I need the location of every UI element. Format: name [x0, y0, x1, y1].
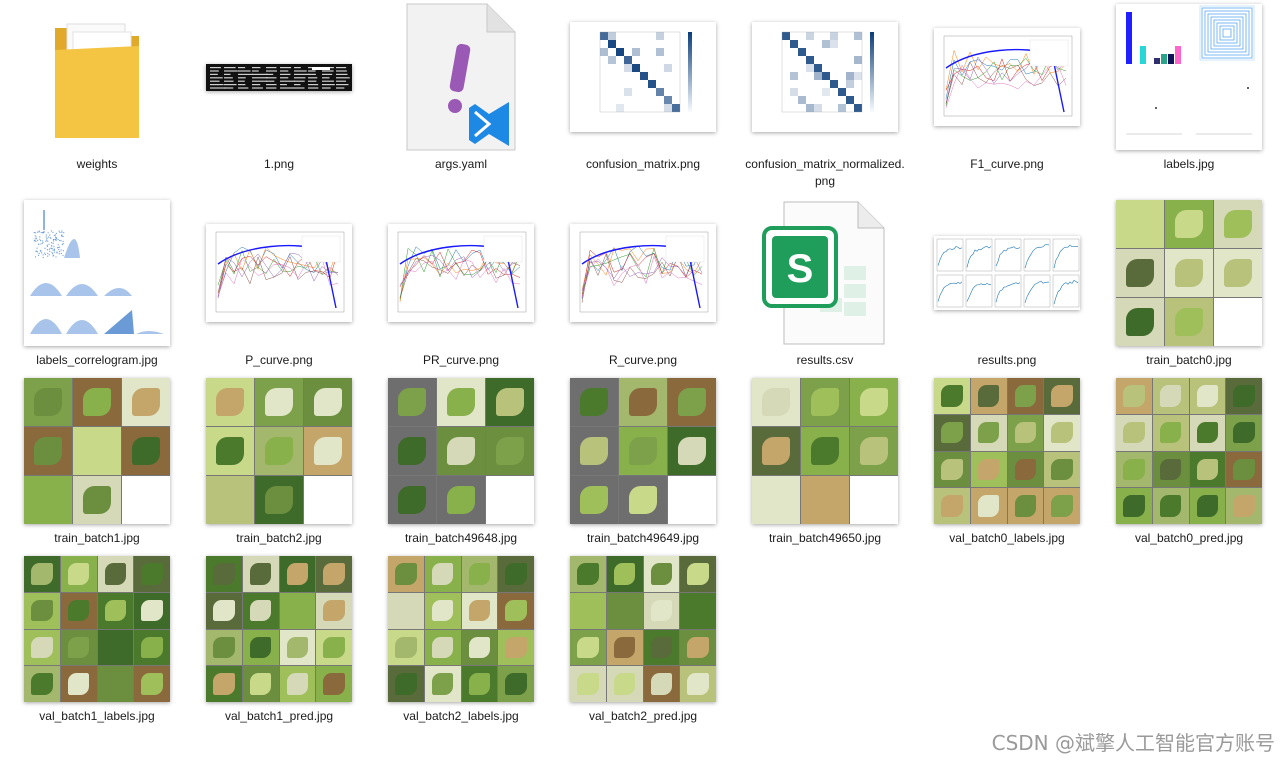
file-name-label[interactable]: R_curve.png	[563, 352, 723, 369]
results-thumbnail[interactable]	[932, 198, 1082, 348]
file-item-val-batch1-pred-jpg[interactable]: val_batch1_pred.jpg	[196, 554, 362, 730]
csv-file-icon[interactable]: S	[750, 198, 900, 348]
file-item-train-batch0-jpg[interactable]: train_batch0.jpg	[1106, 198, 1272, 376]
file-name-label[interactable]: PR_curve.png	[381, 352, 541, 369]
val-batch-thumbnail[interactable]	[204, 554, 354, 704]
file-item-labels-jpg[interactable]: labels.jpg	[1106, 2, 1272, 198]
train-batch-thumbnail[interactable]	[1114, 198, 1264, 348]
file-item-train-batch2-jpg[interactable]: train_batch2.jpg	[196, 376, 362, 554]
file-name-label[interactable]: confusion_matrix.png	[563, 156, 723, 173]
file-item-p-curve-png[interactable]: P_curve.png	[196, 198, 362, 376]
watermark-text: CSDN @斌擎人工智能官方账号	[991, 731, 1275, 755]
file-item-1-png[interactable]: 1.png	[196, 2, 362, 198]
file-item-confusion-matrix-normalized-png[interactable]: confusion_matrix_normalized.png	[742, 2, 908, 198]
file-name-label[interactable]: results.csv	[745, 352, 905, 369]
file-item-pr-curve-png[interactable]: PR_curve.png	[378, 198, 544, 376]
file-item-confusion-matrix-png[interactable]: confusion_matrix.png	[560, 2, 726, 198]
file-name-label[interactable]: val_batch2_labels.jpg	[381, 708, 541, 725]
file-name-label[interactable]: val_batch0_pred.jpg	[1109, 530, 1269, 547]
file-name-label[interactable]: train_batch0.jpg	[1109, 352, 1269, 369]
folder-icon[interactable]	[22, 2, 172, 152]
file-item-val-batch0-labels-jpg[interactable]: val_batch0_labels.jpg	[924, 376, 1090, 554]
file-name-label[interactable]: train_batch49648.jpg	[381, 530, 541, 547]
confusion-matrix-thumbnail[interactable]	[568, 2, 718, 152]
train-batch-thumbnail[interactable]	[386, 376, 536, 526]
file-item-results-png[interactable]: results.png	[924, 198, 1090, 376]
f1-curve-thumbnail[interactable]	[932, 2, 1082, 152]
train-batch-thumbnail[interactable]	[750, 376, 900, 526]
val-batch-thumbnail[interactable]	[568, 554, 718, 704]
labels-thumbnail[interactable]	[1114, 2, 1264, 152]
file-name-label[interactable]: train_batch49650.jpg	[745, 530, 905, 547]
correlogram-thumbnail[interactable]	[22, 198, 172, 348]
terminal-screenshot-icon[interactable]	[204, 2, 354, 152]
file-name-label[interactable]: train_batch1.jpg	[17, 530, 177, 547]
file-item-val-batch1-labels-jpg[interactable]: val_batch1_labels.jpg	[14, 554, 180, 730]
file-name-label[interactable]: args.yaml	[381, 156, 541, 173]
file-item-val-batch0-pred-jpg[interactable]: val_batch0_pred.jpg	[1106, 376, 1272, 554]
file-item-labels-correlogram-jpg[interactable]: labels_correlogram.jpg	[14, 198, 180, 376]
file-item-train-batch49648-jpg[interactable]: train_batch49648.jpg	[378, 376, 544, 554]
pr-curve-thumbnail[interactable]	[386, 198, 536, 348]
train-batch-thumbnail[interactable]	[568, 376, 718, 526]
val-batch-thumbnail[interactable]	[386, 554, 536, 704]
file-item-val-batch2-labels-jpg[interactable]: val_batch2_labels.jpg	[378, 554, 544, 730]
file-item-f1-curve-png[interactable]: F1_curve.png	[924, 2, 1090, 198]
file-item-train-batch49650-jpg[interactable]: train_batch49650.jpg	[742, 376, 908, 554]
file-item-results-csv[interactable]: S results.csv	[742, 198, 908, 376]
train-batch-thumbnail[interactable]	[204, 376, 354, 526]
file-name-label[interactable]: val_batch0_labels.jpg	[927, 530, 1087, 547]
val-batch-thumbnail[interactable]	[22, 554, 172, 704]
train-batch-thumbnail[interactable]	[22, 376, 172, 526]
file-name-label[interactable]: F1_curve.png	[927, 156, 1087, 173]
file-grid: weights 1.png args.yaml confusion_matrix.p…	[14, 2, 1272, 730]
p-curve-thumbnail[interactable]	[204, 198, 354, 348]
file-item-val-batch2-pred-jpg[interactable]: val_batch2_pred.jpg	[560, 554, 726, 730]
file-item-train-batch49649-jpg[interactable]: train_batch49649.jpg	[560, 376, 726, 554]
confusion-matrix-normalized-thumbnail[interactable]	[750, 2, 900, 152]
file-name-label[interactable]: confusion_matrix_normalized.png	[745, 156, 905, 190]
file-name-label[interactable]: train_batch49649.jpg	[563, 530, 723, 547]
file-name-label[interactable]: labels.jpg	[1109, 156, 1269, 173]
file-name-label[interactable]: labels_correlogram.jpg	[17, 352, 177, 369]
file-name-label[interactable]: train_batch2.jpg	[199, 530, 359, 547]
file-name-label[interactable]: val_batch1_labels.jpg	[17, 708, 177, 725]
r-curve-thumbnail[interactable]	[568, 198, 718, 348]
file-name-label[interactable]: val_batch1_pred.jpg	[199, 708, 359, 725]
file-name-label[interactable]: 1.png	[199, 156, 359, 173]
svg-text:S: S	[787, 247, 814, 291]
file-name-label[interactable]: weights	[17, 156, 177, 173]
file-item-weights[interactable]: weights	[14, 2, 180, 198]
file-item-args-yaml[interactable]: args.yaml	[378, 2, 544, 198]
file-name-label[interactable]: results.png	[927, 352, 1087, 369]
file-name-label[interactable]: P_curve.png	[199, 352, 359, 369]
file-item-r-curve-png[interactable]: R_curve.png	[560, 198, 726, 376]
val-batch-thumbnail[interactable]	[1114, 376, 1264, 526]
val-batch-thumbnail[interactable]	[932, 376, 1082, 526]
yaml-file-icon[interactable]	[386, 2, 536, 152]
file-name-label[interactable]: val_batch2_pred.jpg	[563, 708, 723, 725]
file-item-train-batch1-jpg[interactable]: train_batch1.jpg	[14, 376, 180, 554]
